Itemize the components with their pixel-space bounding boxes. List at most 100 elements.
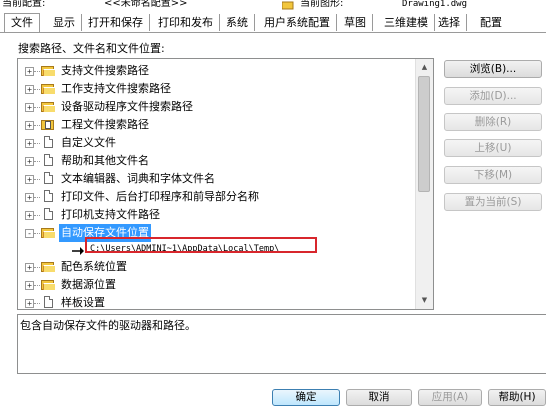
tree-item-label: 工作支持文件搜索路径 (61, 82, 171, 95)
cancel-button[interactable]: 取消 (346, 389, 412, 406)
tree-item[interactable]: + 工程文件搜索路径 (18, 116, 413, 134)
tree-item-label: 设备驱动程序文件搜索路径 (61, 100, 193, 113)
tree-item-label: 文本编辑器、词典和字体文件名 (61, 172, 215, 185)
scroll-up-arrow-icon[interactable]: ▲ (416, 59, 433, 76)
folder-icon (41, 278, 55, 291)
tree-item-label: 样板设置 (61, 296, 105, 309)
tree-connector (34, 179, 40, 180)
document-icon (44, 296, 53, 308)
browse-button[interactable]: 浏览(B)... (444, 60, 542, 78)
drawing-icon (281, 0, 294, 10)
expand-icon[interactable]: + (25, 263, 34, 272)
description-text: 包含自动保存文件的驱动器和路径。 (20, 319, 196, 332)
tree-item-label: 打印机支持文件路径 (61, 208, 160, 221)
scrollbar-thumb[interactable] (418, 76, 430, 192)
tree-item-label: 支持文件搜索路径 (61, 64, 149, 77)
folder-icon (41, 100, 55, 113)
tree-item[interactable]: + 打印机支持文件路径 (18, 206, 413, 224)
expand-icon[interactable]: + (25, 121, 34, 130)
tab-plot-publish[interactable]: 打印和发布 (152, 14, 220, 31)
tab-system[interactable]: 系统 (220, 14, 255, 31)
expand-icon[interactable]: + (25, 193, 34, 202)
folder-icon (41, 226, 55, 239)
tree-item[interactable]: + 打印文件、后台打印程序和前导部分名称 (18, 188, 413, 206)
tree-connector (34, 197, 40, 198)
expand-icon[interactable]: + (25, 299, 34, 308)
expand-icon[interactable]: + (25, 103, 34, 112)
remove-button[interactable]: 删除(R) (444, 113, 542, 131)
options-tab-strip: 文件 显示 打开和保存 打印和发布 系统 用户系统配置 草图 三维建模 选择 配… (0, 13, 546, 33)
tab-3d-modeling[interactable]: 三维建模 (378, 14, 435, 31)
tree-connector (34, 267, 40, 268)
move-down-button[interactable]: 下移(M) (444, 166, 542, 184)
profile-bar: 当前配置: <<未命名配置>> 当前图形: Drawing1.dwg (0, 0, 546, 12)
tree-connector (34, 215, 40, 216)
tab-display[interactable]: 显示 (47, 14, 82, 31)
expand-icon[interactable]: + (25, 281, 34, 290)
tab-files[interactable]: 文件 (4, 13, 40, 33)
scroll-down-arrow-icon[interactable]: ▼ (416, 292, 433, 309)
tree-item[interactable]: + 工作支持文件搜索路径 (18, 80, 413, 98)
description-box: 包含自动保存文件的驱动器和路径。 (17, 314, 546, 374)
tree-item-label: 自定义文件 (61, 136, 116, 149)
tree-connector (34, 161, 40, 162)
tree-item[interactable]: + 数据源位置 (18, 276, 413, 294)
arrow-right-icon (72, 244, 84, 255)
tab-divider (0, 32, 546, 33)
help-button[interactable]: 帮助(H) (488, 389, 546, 406)
tree-connector (34, 303, 40, 304)
folder-icon (41, 82, 55, 95)
tab-user-preferences[interactable]: 用户系统配置 (258, 14, 337, 31)
document-icon (44, 208, 53, 220)
tab-profiles[interactable]: 配置 (474, 14, 508, 31)
collapse-icon[interactable]: - (25, 229, 34, 238)
current-profile-value: <<未命名配置>> (104, 0, 188, 9)
tab-drafting[interactable]: 草图 (338, 14, 373, 31)
folder-icon (41, 260, 55, 273)
tree-connector (34, 233, 40, 234)
folder-icon (41, 64, 55, 77)
tree-item[interactable]: + 自定义文件 (18, 134, 413, 152)
move-up-button[interactable]: 上移(U) (444, 139, 542, 157)
project-folder-icon (41, 118, 55, 131)
tree-item[interactable]: + 设备驱动程序文件搜索路径 (18, 98, 413, 116)
search-path-tree[interactable]: + 支持文件搜索路径 + 工作支持文件搜索路径 + 设备驱动程序文件搜索路径 +… (17, 58, 434, 310)
current-drawing-value: Drawing1.dwg (402, 0, 468, 9)
expand-icon[interactable]: + (25, 139, 34, 148)
tree-connector (34, 107, 40, 108)
tree-connector (34, 71, 40, 72)
tree-scrollbar[interactable]: ▲ ▼ (415, 59, 433, 309)
apply-button[interactable]: 应用(A) (418, 389, 482, 406)
tree-item[interactable]: + 帮助和其他文件名 (18, 152, 413, 170)
tree-item[interactable]: + 配色系统位置 (18, 258, 413, 276)
tree-item[interactable]: + 文本编辑器、词典和字体文件名 (18, 170, 413, 188)
expand-icon[interactable]: + (25, 85, 34, 94)
tree-connector (34, 125, 40, 126)
tree-item-label: 帮助和其他文件名 (61, 154, 149, 167)
current-profile-label: 当前配置: (2, 0, 46, 9)
tree-connector (34, 285, 40, 286)
tree-item-label: 配色系统位置 (61, 260, 127, 273)
tree-item-label: 工程文件搜索路径 (61, 118, 149, 131)
add-button[interactable]: 添加(D)... (444, 87, 542, 105)
ok-button[interactable]: 确定 (272, 389, 340, 406)
expand-icon[interactable]: + (25, 67, 34, 76)
highlight-box (85, 237, 317, 253)
document-icon (44, 190, 53, 202)
section-label: 搜索路径、文件名和文件位置: (18, 42, 165, 55)
document-icon (44, 172, 53, 184)
expand-icon[interactable]: + (25, 157, 34, 166)
tab-open-save[interactable]: 打开和保存 (82, 14, 150, 31)
tab-selection[interactable]: 选择 (432, 14, 467, 31)
tree-item-label: 打印文件、后台打印程序和前导部分名称 (61, 190, 259, 203)
current-drawing-label: 当前图形: (300, 0, 344, 9)
tree-connector (34, 143, 40, 144)
set-current-button[interactable]: 置为当前(S) (444, 193, 542, 211)
tree-connector (34, 89, 40, 90)
expand-icon[interactable]: + (25, 211, 34, 220)
expand-icon[interactable]: + (25, 175, 34, 184)
tree-item[interactable]: + 样板设置 (18, 294, 413, 309)
tree-item[interactable]: + 支持文件搜索路径 (18, 62, 413, 80)
document-icon (44, 154, 53, 166)
tree-item-label: 数据源位置 (61, 278, 116, 291)
